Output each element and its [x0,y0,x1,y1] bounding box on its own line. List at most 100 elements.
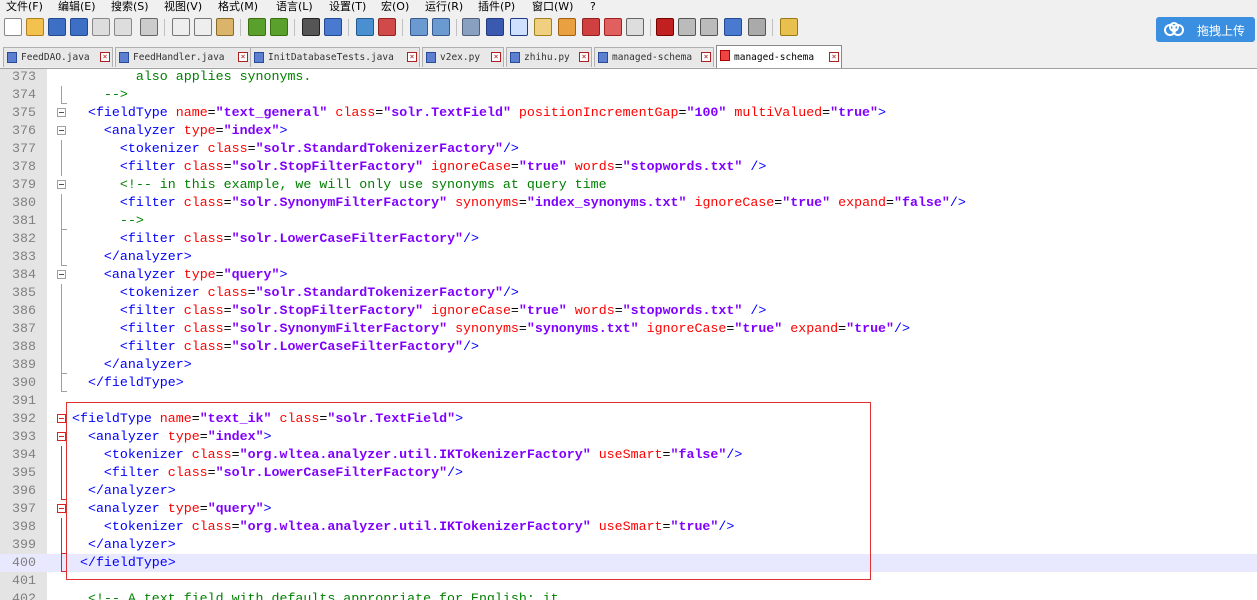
cut-icon[interactable] [172,18,190,36]
fold-toggle-icon[interactable] [57,414,66,423]
tab-active[interactable]: managed-schema × [716,45,842,68]
udl-icon[interactable] [534,18,552,36]
code-line[interactable]: 385 <tokenizer class="solr.StandardToken… [0,284,1257,302]
tab-close-icon[interactable]: × [238,52,248,62]
tab-close-icon[interactable]: × [491,52,501,62]
code-line[interactable]: 402 <!-- A text field with defaults appr… [0,590,1257,600]
tab-close-icon[interactable]: × [579,52,589,62]
code-line[interactable]: 373 also applies synonyms. [0,69,1257,86]
open-file-icon[interactable] [26,18,44,36]
new-file-icon[interactable] [4,18,22,36]
tab[interactable]: InitDatabaseTests.java × [250,47,420,67]
line-number: 388 [12,339,36,354]
record-macro-icon[interactable] [656,18,674,36]
tab[interactable]: zhihu.py × [506,47,592,67]
toolbar: 拖拽上传 [0,15,1257,45]
tab-close-icon[interactable]: × [100,52,110,62]
code-line[interactable]: 390 </fieldType> [0,374,1257,392]
find-icon[interactable] [302,18,320,36]
fold-toggle-icon[interactable] [57,126,66,135]
copy-icon[interactable] [194,18,212,36]
doc-map-icon[interactable] [558,18,576,36]
fold-toggle-icon[interactable] [57,432,66,441]
menu-language[interactable]: 语言(L) [276,0,313,14]
paste-icon[interactable] [216,18,234,36]
menu-settings[interactable]: 设置(T) [329,0,366,14]
function-list-icon[interactable] [582,18,600,36]
zoom-in-icon[interactable] [356,18,374,36]
menu-help[interactable]: ? [590,0,596,14]
menu-search[interactable]: 搜索(S) [111,0,149,14]
sync-vertical-icon[interactable] [410,18,428,36]
code-line[interactable]: 381 --> [0,212,1257,230]
code-line[interactable]: 387 <filter class="solr.SynonymFilterFac… [0,320,1257,338]
monitoring-icon[interactable] [626,18,644,36]
play-macro-icon[interactable] [700,18,718,36]
cloud-icon [1164,22,1184,36]
sync-horizontal-icon[interactable] [432,18,450,36]
tab[interactable]: managed-schema × [594,47,714,67]
tab-close-icon[interactable]: × [407,52,417,62]
code-line[interactable]: 384 <analyzer type="query"> [0,266,1257,284]
show-symbols-icon[interactable] [486,18,504,36]
tab[interactable]: v2ex.py × [422,47,504,67]
tab[interactable]: FeedHandler.java × [115,47,251,67]
menu-edit[interactable]: 编辑(E) [58,0,96,14]
fold-guide-line [61,302,62,320]
fold-toggle-icon[interactable] [57,108,66,117]
upload-button[interactable]: 拖拽上传 [1156,17,1255,42]
code-line[interactable]: 374 --> [0,86,1257,104]
menu-window[interactable]: 窗口(W) [532,0,573,14]
line-number: 398 [12,519,36,534]
run-macro-multiple-icon[interactable] [724,18,742,36]
menu-macro[interactable]: 宏(O) [381,0,409,14]
redo-icon[interactable] [270,18,288,36]
menu-plugins[interactable]: 插件(P) [478,0,515,14]
line-number: 386 [12,303,36,318]
replace-icon[interactable] [324,18,342,36]
code-text: --> [72,87,128,102]
toolbar-separator [402,19,403,36]
indent-guide-icon[interactable] [510,18,528,36]
code-line[interactable]: 383 </analyzer> [0,248,1257,266]
stop-macro-icon[interactable] [678,18,696,36]
code-line[interactable]: 377 <tokenizer class="solr.StandardToken… [0,140,1257,158]
fold-toggle-icon[interactable] [57,504,66,513]
close-icon[interactable] [92,18,110,36]
zoom-out-icon[interactable] [378,18,396,36]
code-line[interactable]: 388 <filter class="solr.LowerCaseFilterF… [0,338,1257,356]
save-macro-icon[interactable] [748,18,766,36]
folder-workspace-icon[interactable] [604,18,622,36]
code-line[interactable]: 382 <filter class="solr.LowerCaseFilterF… [0,230,1257,248]
close-all-icon[interactable] [114,18,132,36]
tab-close-icon[interactable]: × [829,52,839,62]
fold-toggle-icon[interactable] [57,270,66,279]
file-icon [254,52,264,63]
code-line[interactable]: 379 <!-- in this example, we will only u… [0,176,1257,194]
menu-format[interactable]: 格式(M) [218,0,258,14]
save-icon[interactable] [48,18,66,36]
word-wrap-icon[interactable] [462,18,480,36]
print-icon[interactable] [140,18,158,36]
menu-view[interactable]: 视图(V) [164,0,202,14]
code-line[interactable]: 386 <filter class="solr.StopFilterFactor… [0,302,1257,320]
fold-toggle-icon[interactable] [57,180,66,189]
fold-guide-line [61,194,62,212]
save-all-icon[interactable] [70,18,88,36]
code-line[interactable]: 378 <filter class="solr.StopFilterFactor… [0,158,1257,176]
menu-file[interactable]: 文件(F) [6,0,43,14]
code-editor[interactable]: 373 also applies synonyms. 374 --> 375 <fi… [0,69,1257,600]
line-number: 379 [12,177,36,192]
plugin-icon[interactable] [780,18,798,36]
code-line[interactable]: 389 </analyzer> [0,356,1257,374]
code-line[interactable]: 376 <analyzer type="index"> [0,122,1257,140]
tab[interactable]: FeedDAO.java × [3,47,113,67]
code-text: --> [72,213,144,228]
fold-guide-line [61,446,62,464]
line-number: 383 [12,249,36,264]
menu-run[interactable]: 运行(R) [425,0,463,14]
code-line[interactable]: 375 <fieldType name="text_general" class… [0,104,1257,122]
code-line[interactable]: 380 <filter class="solr.SynonymFilterFac… [0,194,1257,212]
tab-close-icon[interactable]: × [701,52,711,62]
undo-icon[interactable] [248,18,266,36]
